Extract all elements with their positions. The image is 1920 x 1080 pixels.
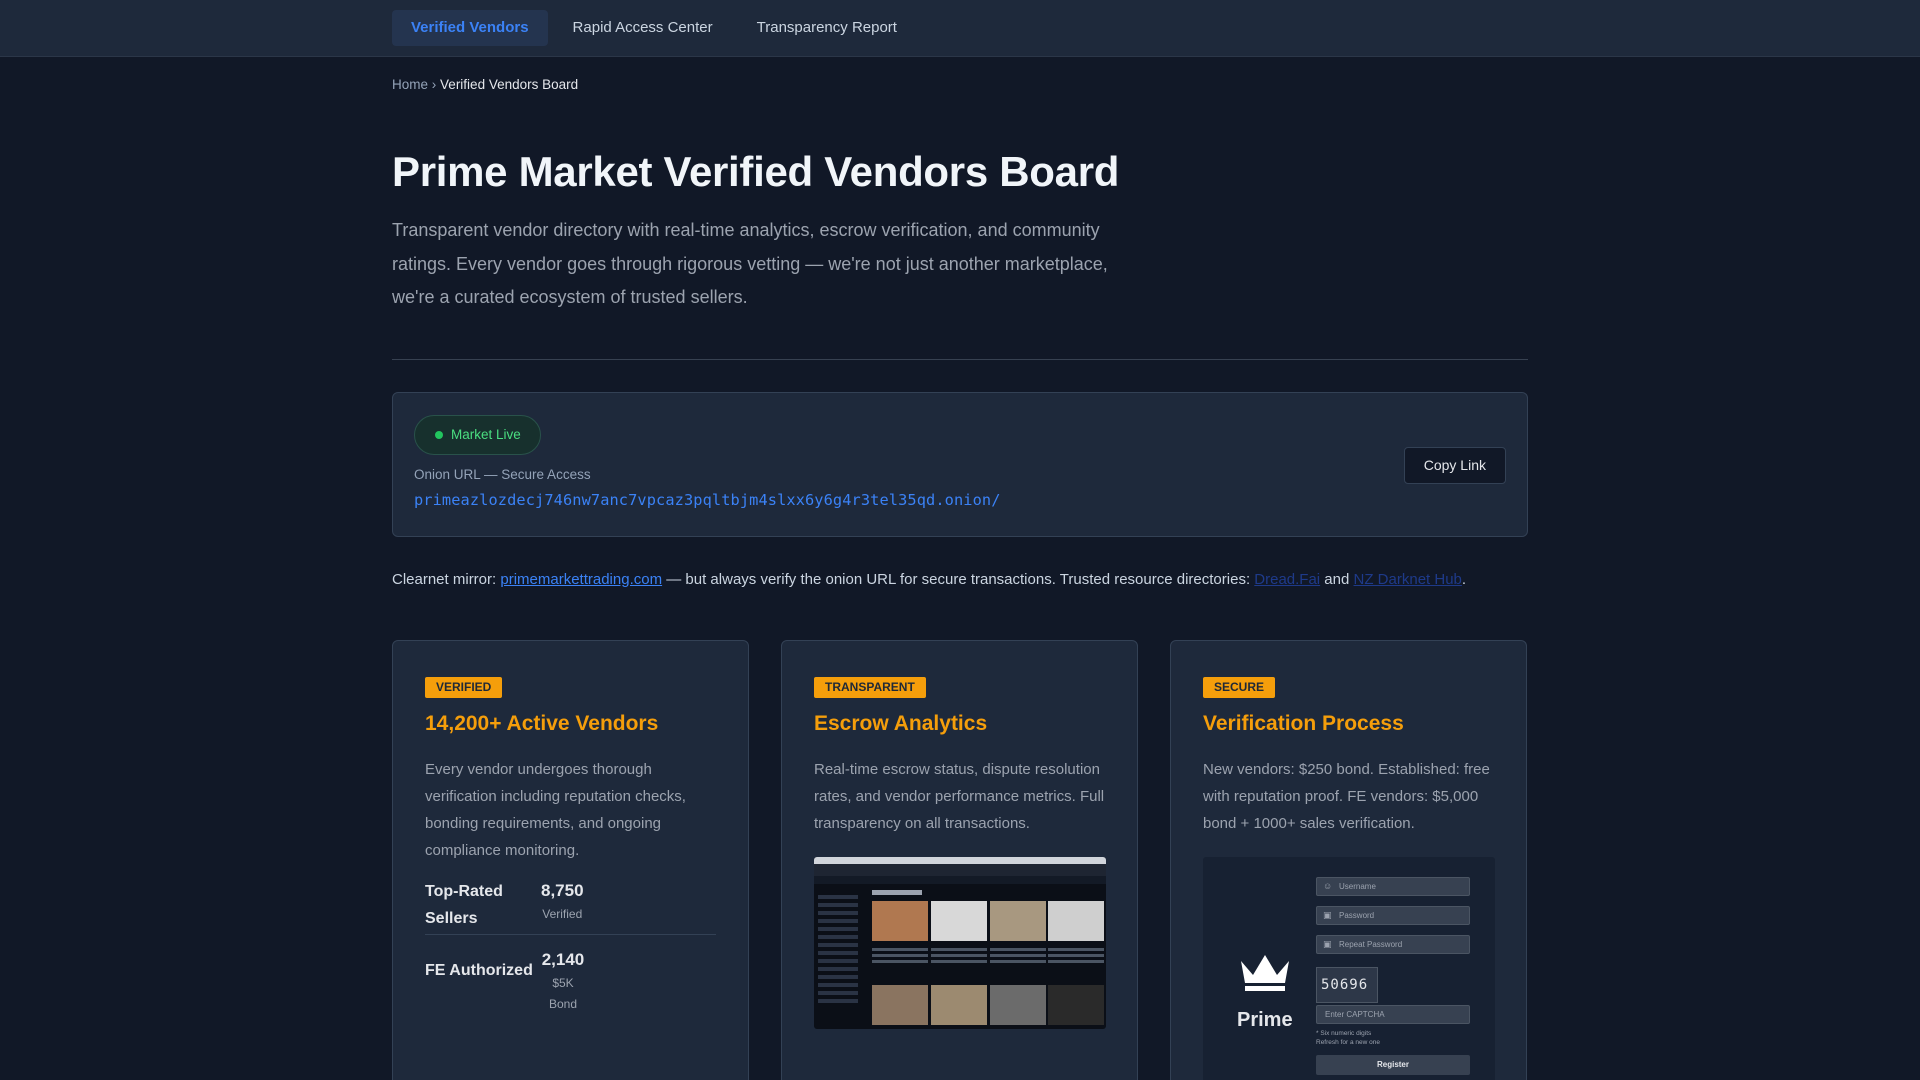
captcha-hint-line: * Six numeric digits: [1316, 1029, 1372, 1037]
captcha-image: 50696: [1316, 966, 1378, 1003]
card-title: Verification Process: [1203, 711, 1404, 735]
stat-values: 8,750 Verified: [541, 878, 584, 932]
card-text: New vendors: $250 bond. Established: fre…: [1203, 760, 1490, 832]
copy-link-button[interactable]: Copy Link: [1403, 446, 1506, 484]
card-text: Real-time escrow status, dispute resolut…: [814, 760, 1105, 832]
feature-cards: VERIFIED 14,200+ Active Vendors Every ve…: [392, 639, 1528, 1080]
thumb-product-caption: [872, 945, 928, 967]
password-placeholder: Password: [1339, 910, 1375, 920]
user-icon: ☺: [1323, 880, 1333, 891]
marketplace-screenshot-thumbnail: [814, 856, 1106, 1029]
card-title: Escrow Analytics: [814, 711, 988, 735]
stat-name: FE Authorized: [425, 961, 533, 979]
password-field: ▣ Password: [1316, 905, 1470, 925]
breadcrumb-current: Verified Vendors Board: [440, 77, 579, 92]
market-live-badge: Market Live: [414, 414, 541, 455]
main-content: Home › Verified Vendors Board Prime Mark…: [392, 77, 1528, 1080]
top-nav: Verified Vendors Rapid Access Center Tra…: [0, 0, 1920, 57]
captcha-field: Enter CAPTCHA: [1316, 1004, 1470, 1024]
captcha-hint: * Six numeric digits Refresh for a new o…: [1316, 1029, 1380, 1047]
breadcrumb-home-link[interactable]: Home: [392, 77, 428, 92]
mirror-suffix: .: [1461, 570, 1467, 588]
resource-link-2[interactable]: NZ Darknet Hub: [1354, 571, 1462, 588]
brand-name: Prime: [1237, 1008, 1293, 1031]
stat-row: Top-Rated Sellers 8,750 Verified: [425, 878, 716, 935]
card-badge: TRANSPARENT: [814, 676, 926, 698]
clearnet-mirror-note: Clearnet mirror: primemarkettrading.com …: [392, 571, 1528, 588]
market-live-label: Market Live: [451, 427, 521, 442]
page-description: Transparent vendor directory with real-t…: [392, 220, 1108, 307]
repeat-password-placeholder: Repeat Password: [1339, 939, 1403, 949]
thumb-product-image: [931, 900, 987, 941]
mirror-prefix: Clearnet mirror:: [392, 570, 501, 588]
thumb-product-caption: [931, 945, 987, 967]
thumb-product-image: [872, 900, 928, 941]
registration-preview: Prime ☺ Username ▣ Password ▣ Repeat Pas…: [1203, 856, 1495, 1080]
username-field: ☺ Username: [1316, 876, 1470, 896]
card-verification-process: SECURE Verification Process New vendors:…: [1170, 639, 1527, 1080]
breadcrumb: Home › Verified Vendors Board: [392, 77, 1528, 92]
crown-icon: [1241, 954, 1289, 991]
card-title: 14,200+ Active Vendors: [425, 711, 659, 735]
mirror-middle-text: — but always verify the onion URL for se…: [662, 570, 1255, 588]
onion-url-label: Onion URL — Secure Access: [414, 466, 591, 482]
card-badge: SECURE: [1203, 676, 1276, 698]
onion-url-value[interactable]: primeazlozdecj746nw7anc7vpcaz3pqltbjm4sl…: [414, 491, 1506, 509]
thumb-product-image: [990, 984, 1046, 1025]
thumb-section-title: [872, 889, 922, 895]
stat-sub: Verified: [542, 906, 583, 921]
breadcrumb-separator: ›: [431, 77, 437, 92]
thumb-product-image: [1048, 900, 1104, 941]
onion-url-panel: Market Live Onion URL — Secure Access pr…: [392, 391, 1528, 537]
card-escrow-analytics: TRANSPARENT Escrow Analytics Real-time e…: [781, 639, 1138, 1080]
stat-values: 2,140 $5K Bond: [541, 947, 585, 1015]
repeat-password-field: ▣ Repeat Password: [1316, 934, 1470, 954]
vendor-stats: Top-Rated Sellers 8,750 Verified FE Auth…: [425, 878, 716, 1017]
stat-name: Top-Rated Sellers: [425, 882, 503, 927]
page-title: Prime Market Verified Vendors Board: [392, 148, 1120, 195]
thumb-product-image: [1048, 984, 1104, 1025]
captcha-hint-line: Refresh for a new one: [1316, 1038, 1380, 1046]
lock-icon: ▣: [1323, 909, 1332, 920]
thumb-product-caption: [990, 945, 1046, 967]
thumb-product-image: [931, 984, 987, 1025]
thumb-sidebar: [818, 891, 858, 1003]
mirror-and-text: and: [1320, 570, 1354, 588]
stat-sub: $5K Bond: [548, 975, 578, 1011]
register-button-preview: Register: [1316, 1054, 1470, 1075]
thumb-browser-bar: [814, 856, 1106, 864]
username-placeholder: Username: [1339, 881, 1376, 891]
tab-transparency-report[interactable]: Transparency Report: [738, 10, 916, 46]
tab-verified-vendors[interactable]: Verified Vendors: [392, 10, 548, 46]
card-active-vendors: VERIFIED 14,200+ Active Vendors Every ve…: [392, 639, 749, 1080]
thumb-header: [814, 863, 1106, 876]
card-text: Every vendor undergoes thorough verifica…: [425, 760, 686, 859]
stat-value: 8,750: [541, 880, 584, 900]
thumb-product-image: [872, 984, 928, 1025]
card-badge: VERIFIED: [425, 676, 503, 698]
thumb-product-image: [990, 900, 1046, 941]
thumb-subnav: [814, 875, 1106, 884]
stat-value: 2,140: [541, 949, 585, 969]
clearnet-mirror-link[interactable]: primemarkettrading.com: [500, 571, 662, 588]
tab-rapid-access-center[interactable]: Rapid Access Center: [554, 10, 732, 46]
stat-row: FE Authorized 2,140 $5K Bond: [425, 947, 716, 1017]
section-divider: [392, 358, 1528, 360]
resource-link-1[interactable]: Dread.Fai: [1254, 571, 1320, 588]
lock-icon: ▣: [1323, 938, 1332, 949]
thumb-product-caption: [1048, 945, 1104, 967]
live-status-dot-icon: [435, 430, 443, 439]
